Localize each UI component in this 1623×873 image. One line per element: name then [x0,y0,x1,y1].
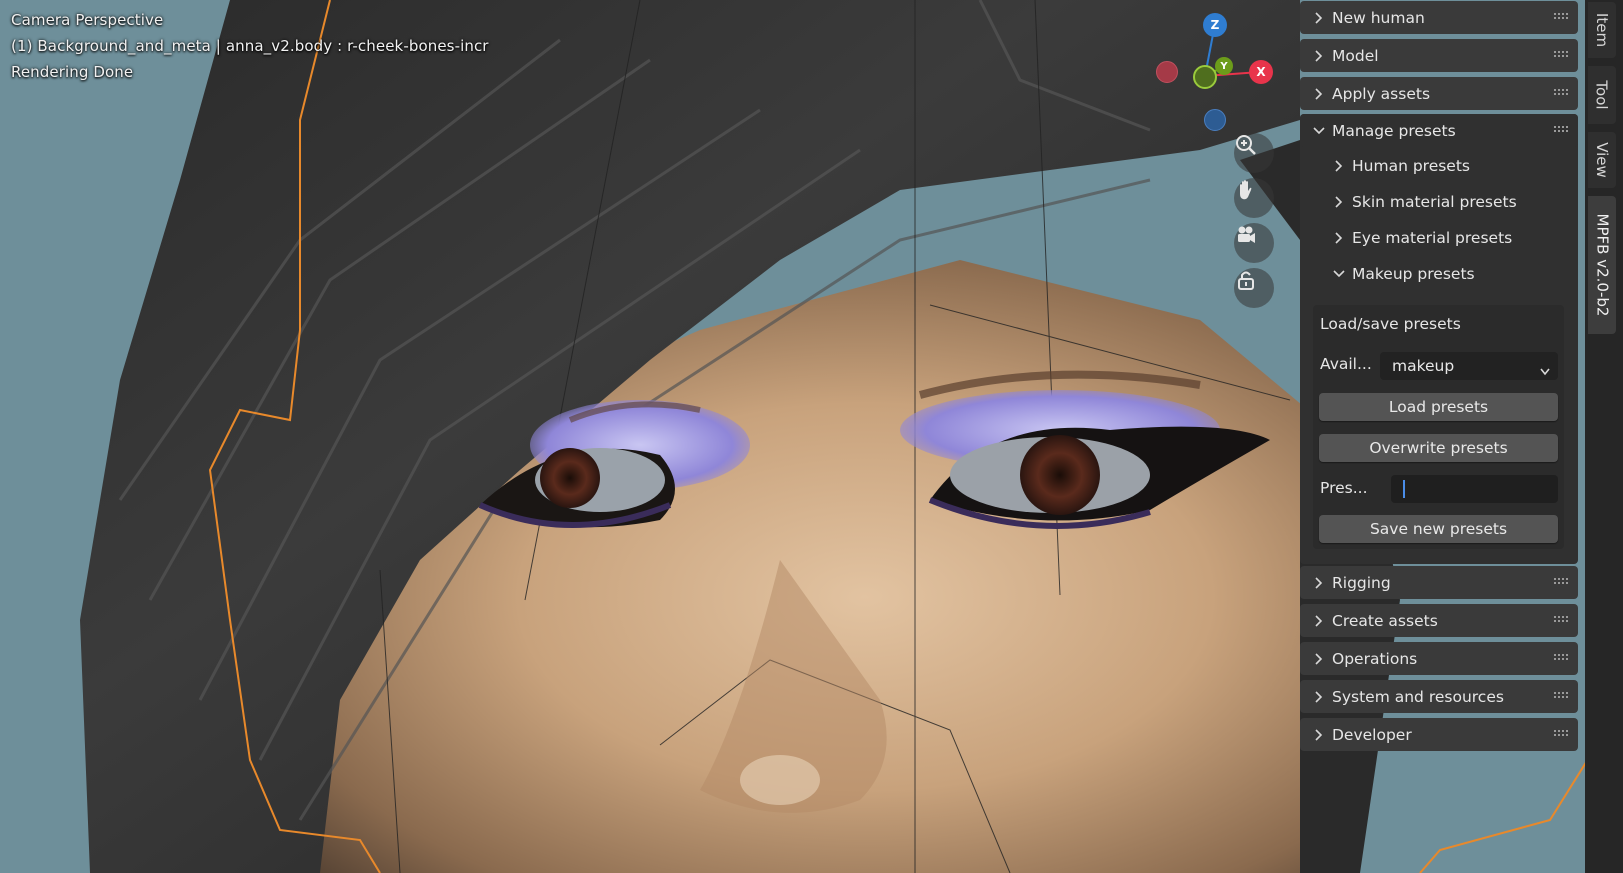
section-label: New human [1332,8,1425,27]
drag-grip-icon[interactable] [1554,51,1568,58]
gizmo-neg-z-axis[interactable] [1204,109,1226,131]
tab-label: Item [1593,12,1611,48]
section-model[interactable]: Model [1300,39,1578,72]
gizmo-neg-y-axis[interactable] [1193,65,1217,89]
section-rigging[interactable]: Rigging [1300,566,1578,599]
load-save-title: Load/save presets [1320,315,1461,333]
lock-icon[interactable] [1234,268,1274,308]
section-new-human[interactable]: New human [1300,1,1578,34]
section-label: Developer [1332,725,1412,744]
tab-tool[interactable]: Tool [1588,66,1616,124]
gizmo-z-axis[interactable]: Z [1203,13,1227,37]
chevron-right-icon [1312,11,1326,24]
available-presets-label: Avail... [1320,355,1372,373]
subsection-label: Eye material presets [1352,229,1513,247]
load-presets-button[interactable]: Load presets [1319,393,1558,421]
chevron-right-icon [1332,196,1346,208]
chevron-down-icon [1332,270,1346,278]
text-cursor [1403,480,1405,498]
section-apply-assets[interactable]: Apply assets [1300,77,1578,110]
section-system-and-resources[interactable]: System and resources [1300,680,1578,713]
subsection-skin-material-presets[interactable]: Skin material presets [1300,184,1578,220]
section-manage-presets[interactable]: Manage presets [1300,114,1578,147]
subsection-label: Makeup presets [1352,265,1475,283]
tab-label: Tool [1593,80,1612,110]
chevron-right-icon [1332,160,1346,172]
load-save-presets-box: Load/save presets Avail... makeup Load p… [1313,305,1564,549]
tab-label: MPFB v2.0-b2 [1593,213,1612,317]
section-label: Manage presets [1332,121,1456,140]
drag-grip-icon[interactable] [1554,13,1568,20]
tab-item[interactable]: Item [1588,2,1616,58]
tab-mpfb[interactable]: MPFB v2.0-b2 [1588,196,1616,334]
tab-view[interactable]: View [1588,132,1616,188]
chevron-right-icon [1312,576,1326,589]
section-operations[interactable]: Operations [1300,642,1578,675]
dropdown-value: makeup [1392,357,1455,375]
subsection-label: Human presets [1352,157,1470,175]
chevron-right-icon [1312,49,1326,62]
drag-grip-icon[interactable] [1554,616,1568,623]
mpfb-sidebar-panel: New human Model Apply assets Manage pres… [1300,0,1578,873]
gizmo-y-axis[interactable]: Y [1215,57,1233,75]
subsection-human-presets[interactable]: Human presets [1300,148,1578,184]
active-object-label: (1) Background_and_meta | anna_v2.body :… [11,37,489,55]
chevron-right-icon [1312,87,1326,100]
overwrite-presets-button[interactable]: Overwrite presets [1319,434,1558,462]
section-label: Rigging [1332,573,1391,592]
section-label: Apply assets [1332,84,1431,103]
camera-icon[interactable] [1234,223,1274,263]
gizmo-neg-x-axis[interactable] [1156,61,1178,83]
drag-grip-icon[interactable] [1554,89,1568,96]
chevron-right-icon [1312,690,1326,703]
chevron-right-icon [1332,232,1346,244]
section-label: System and resources [1332,687,1504,706]
gizmo-x-axis[interactable]: X [1249,60,1273,84]
view-mode-label: Camera Perspective [11,11,164,29]
drag-grip-icon[interactable] [1554,692,1568,699]
render-status-label: Rendering Done [11,63,134,81]
chevron-right-icon [1312,728,1326,741]
chevron-right-icon [1312,652,1326,665]
section-label: Create assets [1332,611,1438,630]
subsection-label: Skin material presets [1352,193,1517,211]
drag-grip-icon[interactable] [1554,126,1568,133]
tab-label: View [1593,142,1612,178]
chevron-down-icon [1540,362,1550,380]
subsection-makeup-presets[interactable]: Makeup presets [1300,256,1578,292]
subsection-eye-material-presets[interactable]: Eye material presets [1300,220,1578,256]
section-label: Model [1332,46,1379,65]
sidebar-tabs: Item Tool View MPFB v2.0-b2 [1585,0,1623,873]
section-create-assets[interactable]: Create assets [1300,604,1578,637]
preset-name-input[interactable] [1391,475,1558,503]
chevron-right-icon [1312,614,1326,627]
section-label: Operations [1332,649,1418,668]
section-developer[interactable]: Developer [1300,718,1578,751]
navigation-gizmo[interactable]: Z X Y [1150,8,1280,138]
drag-grip-icon[interactable] [1554,578,1568,585]
available-presets-dropdown[interactable]: makeup [1380,352,1558,380]
save-new-presets-button[interactable]: Save new presets [1319,515,1558,543]
drag-grip-icon[interactable] [1554,654,1568,661]
hand-icon[interactable] [1234,178,1274,218]
chevron-down-icon [1312,126,1326,135]
preset-name-label: Pres... [1320,479,1368,497]
zoom-icon[interactable] [1234,133,1274,173]
drag-grip-icon[interactable] [1554,730,1568,737]
